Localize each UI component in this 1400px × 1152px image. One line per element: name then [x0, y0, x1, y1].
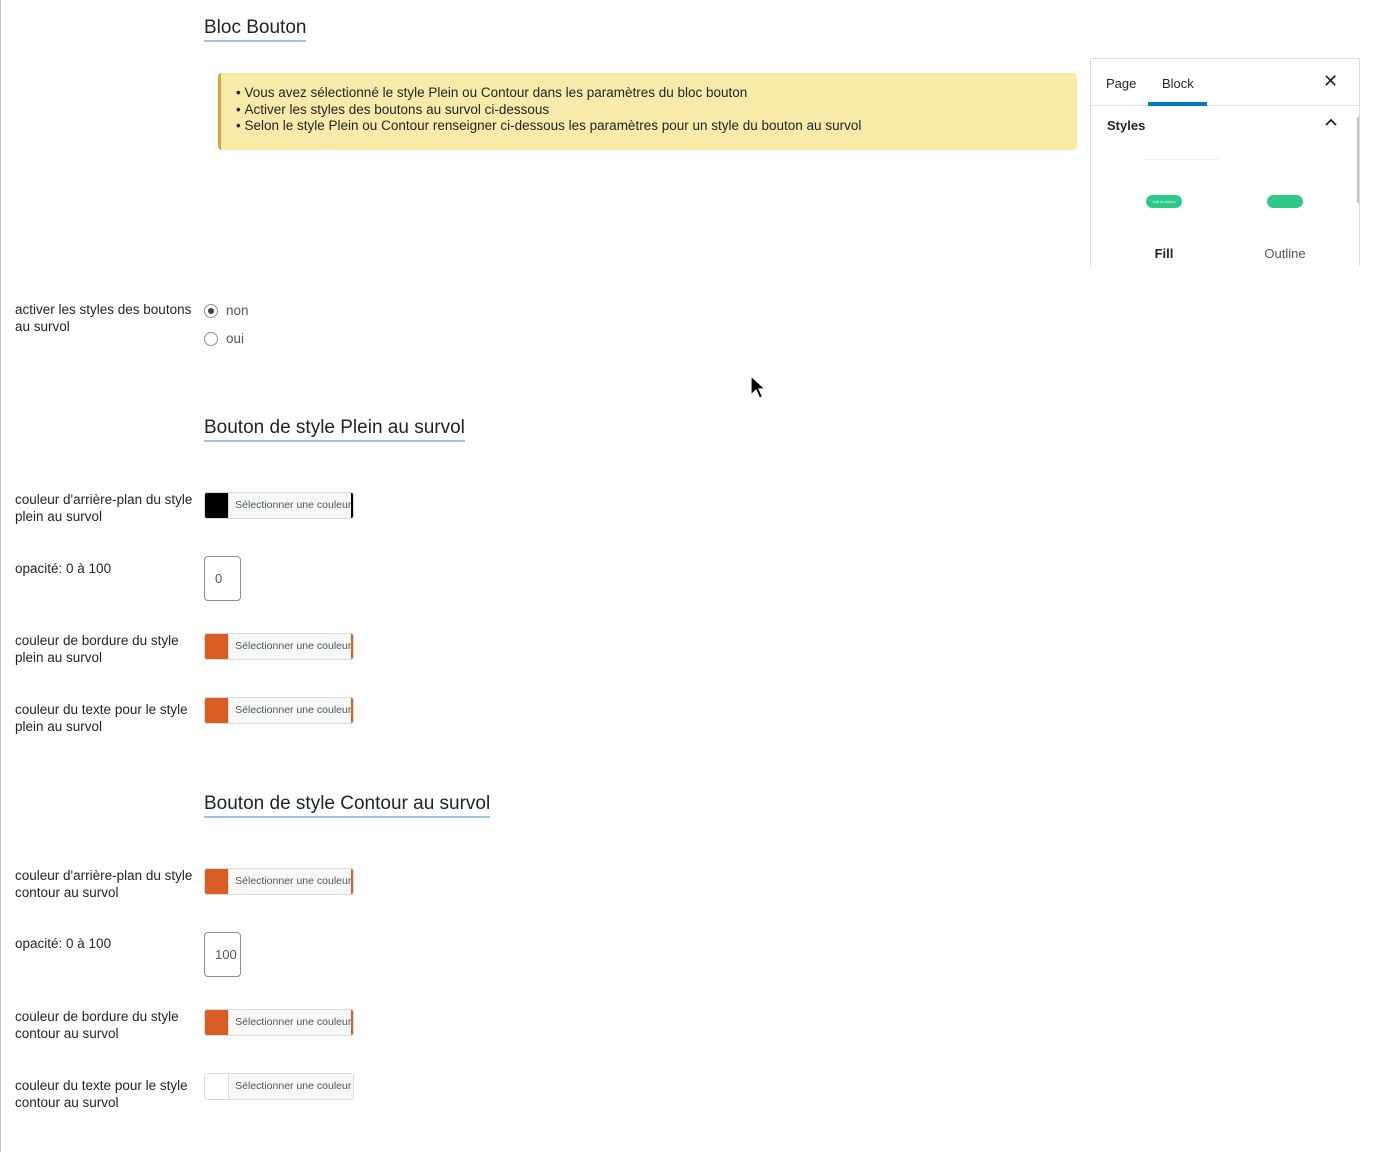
- tab-block[interactable]: Block: [1162, 76, 1194, 91]
- notice-line: Activer les styles des boutons au survol…: [236, 102, 1077, 119]
- color-swatch: [205, 698, 229, 723]
- editor-sidebar-screenshot: Page Block ✕ Styles Call to Action Call …: [1090, 58, 1360, 266]
- mouse-cursor-icon: [750, 374, 767, 399]
- color-button-label: Sélectionner une couleur: [228, 698, 351, 723]
- close-icon[interactable]: ✕: [1323, 71, 1338, 92]
- radio-label-oui: oui: [226, 331, 245, 346]
- radio-label-non: non: [226, 303, 249, 318]
- plein-bg-color-button[interactable]: Sélectionner une couleur: [204, 492, 354, 519]
- contour-text-color-button[interactable]: Sélectionner une couleur: [204, 1073, 354, 1100]
- contour-bg-label: couleur d'arrière-plan du style contour …: [15, 868, 193, 900]
- hover-toggle-label: activer les styles des boutons au survol: [15, 302, 192, 334]
- page-title: Bloc Bouton: [204, 16, 307, 42]
- fill-style-preview[interactable]: Call to Action: [1146, 195, 1182, 208]
- plein-border-label: couleur de bordure du style plein au sur…: [15, 633, 179, 665]
- info-notice: Vous avez sélectionné le style Plein ou …: [218, 73, 1077, 150]
- left-border: [0, 0, 1, 1152]
- color-button-label: Sélectionner une couleur: [228, 1010, 351, 1035]
- contour-opacity-input[interactable]: 100: [204, 932, 241, 977]
- color-edge: [351, 698, 353, 723]
- notice-line: Vous avez sélectionné le style Plein ou …: [236, 85, 1077, 102]
- color-edge: [351, 493, 353, 518]
- plein-text-label: couleur du texte pour le style plein au …: [15, 702, 188, 734]
- active-tab-indicator: [1148, 102, 1207, 106]
- color-button-label: Sélectionner une couleur: [228, 869, 351, 894]
- section-title-contour: Bouton de style Contour au survol: [204, 792, 491, 818]
- color-button-label: Sélectionner une couleur: [228, 634, 351, 659]
- color-swatch: [205, 1010, 229, 1035]
- plein-border-color-button[interactable]: Sélectionner une couleur: [204, 633, 354, 660]
- fill-style-label: Fill: [1154, 246, 1174, 261]
- chevron-up-icon[interactable]: [1323, 115, 1339, 131]
- plein-opacity-label: opacité: 0 à 100: [15, 561, 112, 576]
- color-swatch: [205, 869, 229, 894]
- panel-scrollbar[interactable]: [1357, 117, 1359, 203]
- notice-line: Selon le style Plein ou Contour renseign…: [236, 118, 1077, 135]
- panel-divider: [1143, 159, 1218, 160]
- color-button-label: Sélectionner une couleur: [228, 493, 351, 518]
- styles-heading: Styles: [1107, 118, 1146, 133]
- color-button-label: Sélectionner une couleur: [228, 1074, 351, 1099]
- plein-text-color-button[interactable]: Sélectionner une couleur: [204, 697, 354, 724]
- sidebar-tabs: Page Block ✕: [1091, 59, 1359, 106]
- section-title-plein: Bouton de style Plein au survol: [204, 416, 465, 442]
- contour-bg-color-button[interactable]: Sélectionner une couleur: [204, 868, 354, 895]
- plein-opacity-input[interactable]: 0: [204, 556, 241, 601]
- tab-page[interactable]: Page: [1106, 76, 1136, 91]
- color-swatch: [205, 1074, 229, 1099]
- contour-opacity-label: opacité: 0 à 100: [15, 936, 112, 951]
- outline-style-label: Outline: [1264, 246, 1306, 261]
- contour-border-color-button[interactable]: Sélectionner une couleur: [204, 1009, 354, 1036]
- radio-non[interactable]: non: [204, 303, 249, 318]
- color-edge: [351, 1074, 353, 1099]
- contour-text-label: couleur du texte pour le style contour a…: [15, 1078, 188, 1110]
- plein-bg-label: couleur d'arrière-plan du style plein au…: [15, 492, 193, 524]
- color-edge: [351, 869, 353, 894]
- color-edge: [351, 1010, 353, 1035]
- radio-unchecked-icon[interactable]: [204, 331, 218, 346]
- contour-border-label: couleur de bordure du style contour au s…: [15, 1009, 179, 1041]
- radio-oui[interactable]: oui: [204, 331, 244, 346]
- outline-style-preview[interactable]: Call to Action: [1267, 195, 1303, 208]
- color-swatch: [205, 634, 229, 659]
- radio-checked-icon[interactable]: [204, 303, 218, 318]
- color-edge: [351, 634, 353, 659]
- color-swatch: [205, 493, 229, 518]
